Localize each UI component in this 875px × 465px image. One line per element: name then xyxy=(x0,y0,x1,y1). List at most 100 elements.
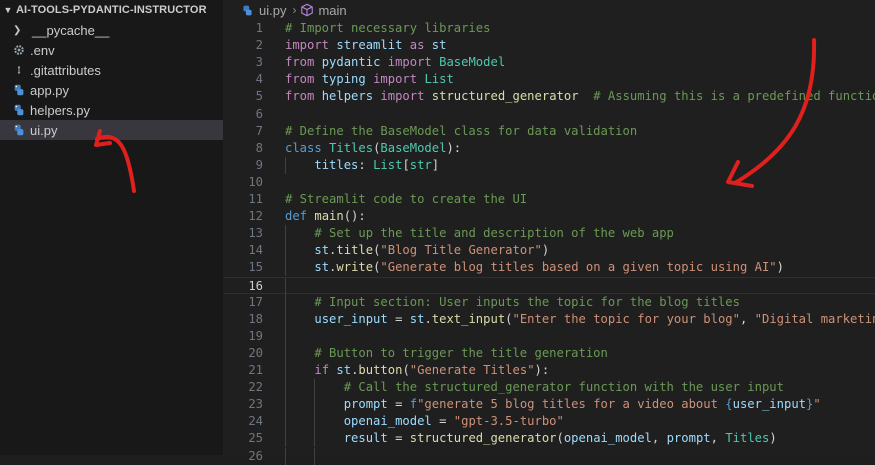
code-token: st xyxy=(314,260,330,275)
tree-item-label: __pycache__ xyxy=(32,22,110,38)
tree-item-label: .env xyxy=(30,42,55,58)
code-token: result xyxy=(343,431,388,446)
code-token: f xyxy=(409,397,418,412)
code-line[interactable]: 16 xyxy=(223,276,875,295)
breadcrumb-symbol[interactable]: main xyxy=(318,3,346,18)
code-line[interactable]: 7 # Define the BaseModel class for data v… xyxy=(223,123,875,140)
code-line[interactable]: 8 class Titles(BaseModel): xyxy=(223,140,875,157)
code-token: BaseModel xyxy=(380,140,447,155)
code-line[interactable]: 5 from helpers import structured_generato… xyxy=(223,88,875,105)
indent-guide xyxy=(285,362,286,379)
line-number: 14 xyxy=(248,243,263,258)
code-text: # Button to trigger the title generation xyxy=(285,345,608,362)
tree-item-pycache[interactable]: ❯ __pycache__ xyxy=(0,20,223,40)
code-line[interactable]: 21 if st.button("Generate Titles"): xyxy=(223,362,875,379)
breadcrumb: ui.py › main xyxy=(223,0,875,20)
line-number: 22 xyxy=(248,380,263,395)
code-line[interactable]: 9 titles: List[str] xyxy=(223,156,875,174)
line-number: 19 xyxy=(248,328,263,343)
code-line[interactable]: 4 from typing import List xyxy=(223,71,875,88)
code-line[interactable]: 23 prompt = f"generate 5 blog titles for… xyxy=(223,396,875,414)
explorer-header[interactable]: ▼ AI-TOOLS-PYDANTIC-INSTRUCTOR xyxy=(0,0,223,20)
line-number: 9 xyxy=(255,157,263,172)
line-number: 13 xyxy=(248,226,263,241)
code-line[interactable]: 14 st.title("Blog Title Generator") xyxy=(223,242,875,260)
code-token: ( xyxy=(402,363,410,377)
line-number: 5 xyxy=(255,89,263,104)
code-token: "gpt-3.5-turbo" xyxy=(453,414,564,429)
tree-item-label: helpers.py xyxy=(30,102,90,118)
code-token: write xyxy=(336,260,374,275)
code-token: ] xyxy=(431,157,440,172)
code-line[interactable]: 20 # Button to trigger the title generat… xyxy=(223,344,875,362)
code-text: titles: List[str] xyxy=(285,157,439,174)
code-line[interactable]: 13 # Set up the title and description of… xyxy=(223,225,875,243)
tree-item-env[interactable]: .env xyxy=(0,40,223,60)
breadcrumb-file[interactable]: ui.py xyxy=(259,3,286,18)
code-text: from pydantic import BaseModel xyxy=(285,54,505,71)
code-line[interactable]: 15 st.write("Generate blog titles based … xyxy=(223,259,875,277)
code-token: # Define the BaseModel class for data va… xyxy=(285,123,638,138)
code-text: # Define the BaseModel class for data va… xyxy=(285,123,637,140)
indent-guide xyxy=(314,379,316,397)
chevron-down-icon[interactable]: ▼ xyxy=(2,5,14,15)
tree-item-app-py[interactable]: app.py xyxy=(0,80,223,100)
code-token: "Generate Titles" xyxy=(409,363,535,377)
indent-guide xyxy=(285,277,286,295)
code-text: if st.button("Generate Titles"): xyxy=(285,362,549,379)
code-token: "Blog Title Generator" xyxy=(380,243,542,258)
code-text: class Titles(BaseModel): xyxy=(285,140,461,157)
code-line[interactable]: 26 xyxy=(223,447,875,465)
code-line[interactable]: 6 xyxy=(223,106,875,123)
code-line[interactable]: 19 xyxy=(223,327,875,345)
code-line[interactable]: 18 user_input = st.text_input("Enter the… xyxy=(223,310,875,328)
tree-item-label: app.py xyxy=(30,82,70,98)
code-text: user_input = st.text_input("Enter the to… xyxy=(285,311,875,328)
code-line[interactable]: 12 def main(): xyxy=(223,208,875,225)
line-number: 16 xyxy=(248,278,263,293)
code-line[interactable]: 2 import streamlit as st xyxy=(223,37,875,54)
code-token: button xyxy=(358,363,403,377)
chevron-right-icon[interactable]: ❯ xyxy=(13,25,21,36)
line-number: 18 xyxy=(248,311,263,326)
code-line[interactable]: 1 # Import necessary libraries xyxy=(223,20,875,37)
code-token: prompt xyxy=(343,397,388,412)
code-token: Titles xyxy=(725,431,770,446)
code-line[interactable]: 17 # Input section: User inputs the topi… xyxy=(223,293,875,311)
code-line[interactable]: 10 xyxy=(223,174,875,191)
code-token: st xyxy=(336,363,352,377)
code-token: streamlit xyxy=(336,38,403,53)
code-line[interactable]: 11 # Streamlit code to create the UI xyxy=(223,191,875,208)
code-line[interactable]: 24 openai_model = "gpt-3.5-turbo" xyxy=(223,413,875,431)
code-token: user_input xyxy=(314,311,388,326)
code-area[interactable]: 1 # Import necessary libraries 2 import str… xyxy=(223,20,875,465)
code-token: structured_generator xyxy=(431,89,579,104)
indent-guide xyxy=(285,156,286,174)
tree-item-gitattributes[interactable]: .gitattributes xyxy=(0,60,223,80)
tree-item-helpers-py[interactable]: helpers.py xyxy=(0,100,223,120)
code-token: str xyxy=(409,157,432,172)
tree-item-ui-py[interactable]: ui.py xyxy=(0,120,223,140)
code-token: user_input xyxy=(732,397,806,412)
indent-guide xyxy=(285,327,286,345)
code-token: ) xyxy=(541,243,550,258)
code-editor[interactable]: ui.py › main 1 # Import necessary librari… xyxy=(223,0,875,465)
code-token: pydantic xyxy=(321,55,381,70)
code-line[interactable]: 22 # Call the structured_generator funct… xyxy=(223,379,875,397)
code-line[interactable]: 3 from pydantic import BaseModel xyxy=(223,54,875,71)
gear-icon xyxy=(14,45,24,55)
code-token: ) xyxy=(776,260,784,275)
code-text: # Call the structured_generator function… xyxy=(285,379,784,396)
code-line[interactable]: 25 result = structured_generator(openai_… xyxy=(223,430,875,448)
line-number: 23 xyxy=(248,397,263,412)
code-text: prompt = f"generate 5 blog titles for a … xyxy=(285,396,821,413)
code-token: text_input xyxy=(431,311,506,326)
